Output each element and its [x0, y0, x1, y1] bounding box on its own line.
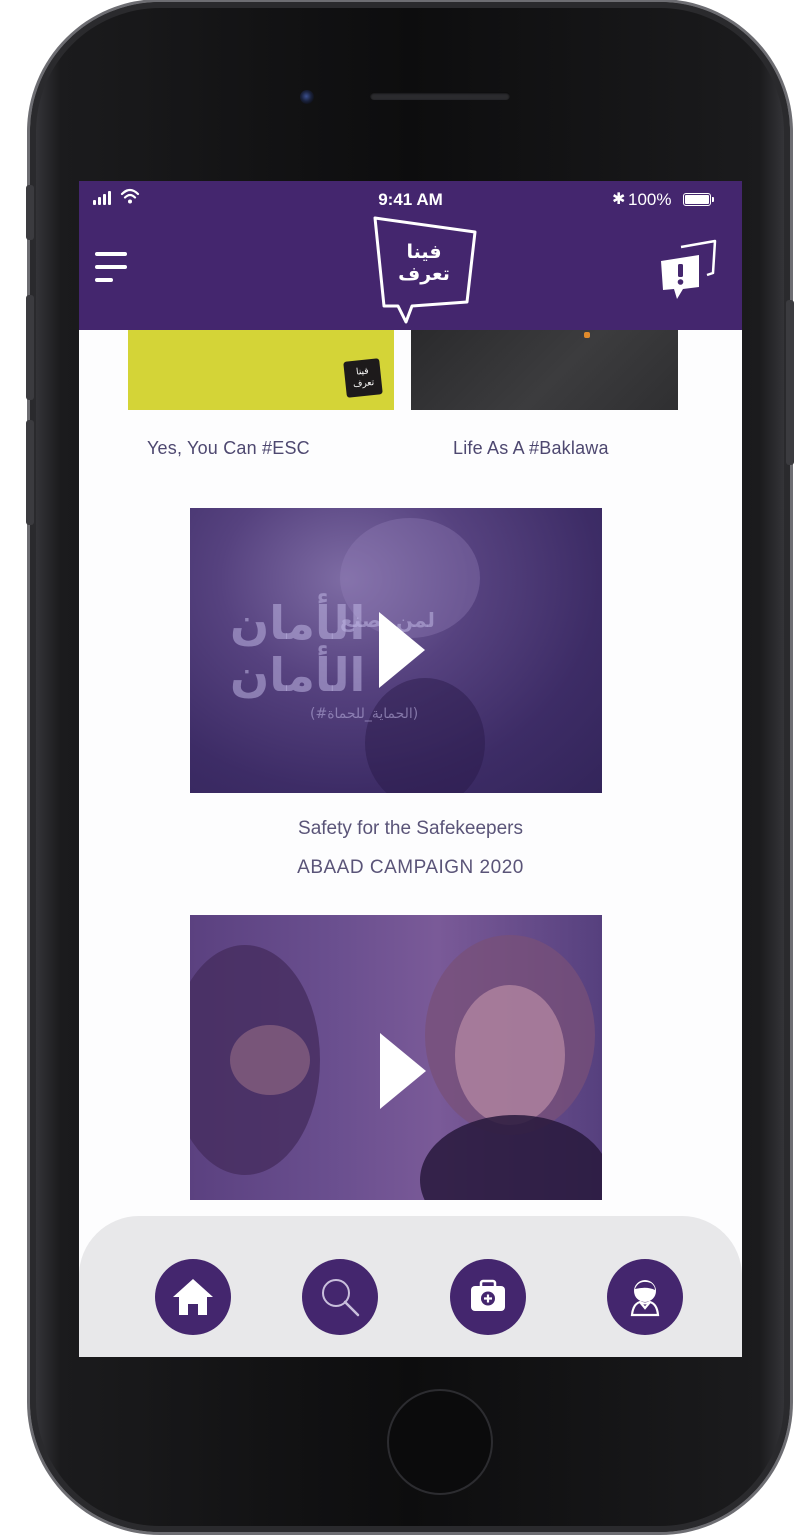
thumbnail-highlight: [584, 332, 590, 338]
first-aid-kit-icon: [471, 1279, 505, 1311]
video-thumbnail-baklawa[interactable]: [411, 330, 678, 410]
battery-icon: [683, 193, 714, 206]
video-title[interactable]: Safety for the Safekeepers: [79, 818, 742, 840]
report-speech-bubble-icon[interactable]: [659, 239, 717, 301]
search-icon: [322, 1279, 360, 1317]
thumbnail-row: فينا تعرف: [79, 330, 742, 410]
app-logo-text: فينا تعرف: [398, 241, 450, 285]
app-screen: 9:41 AM ✱ 100% فينا تعرف فينا تعرف Yes, …: [79, 181, 742, 1357]
thumbnail-caption[interactable]: Life As A #Baklawa: [453, 438, 609, 459]
phone-speaker: [370, 92, 510, 100]
volume-up-button: [26, 295, 34, 400]
nav-first-aid-button[interactable]: [450, 1259, 526, 1335]
nav-search-button[interactable]: [302, 1259, 378, 1335]
play-icon[interactable]: [379, 612, 425, 688]
hamburger-menu-icon[interactable]: [95, 252, 129, 284]
video-background-figure: [420, 1115, 602, 1200]
video-player-second[interactable]: [190, 915, 602, 1200]
power-button: [786, 300, 794, 465]
profile-icon: [630, 1280, 660, 1317]
video-overlay-text: الأمان: [230, 648, 366, 702]
video-player-safety[interactable]: الأمان لمن يصنع الأمان (#الحماية_للحماة): [190, 508, 602, 793]
bluetooth-icon: ✱: [612, 191, 626, 208]
video-background-figure: [455, 985, 565, 1125]
video-overlay-text: (#الحماية_للحماة): [310, 706, 419, 722]
bottom-navigation: [79, 1216, 742, 1357]
phone-home-button[interactable]: [387, 1389, 493, 1495]
home-icon: [173, 1279, 213, 1315]
battery-percentage: 100%: [628, 190, 672, 209]
nav-home-button[interactable]: [155, 1259, 231, 1335]
mute-switch: [26, 185, 34, 240]
thumbnail-caption[interactable]: Yes, You Can #ESC: [147, 438, 310, 459]
nav-profile-button[interactable]: [607, 1259, 683, 1335]
app-header: 9:41 AM ✱ 100% فينا تعرف: [79, 181, 742, 330]
phone-camera: [300, 90, 314, 104]
video-subtitle: ABAAD CAMPAIGN 2020: [297, 857, 524, 878]
video-thumbnail-yes-you-can[interactable]: فينا تعرف: [128, 330, 394, 410]
mini-logo: فينا تعرف: [343, 358, 383, 398]
volume-down-button: [26, 420, 34, 525]
video-background-figure: [230, 1025, 310, 1095]
video-background-figure: [365, 678, 485, 793]
play-icon[interactable]: [380, 1033, 426, 1109]
